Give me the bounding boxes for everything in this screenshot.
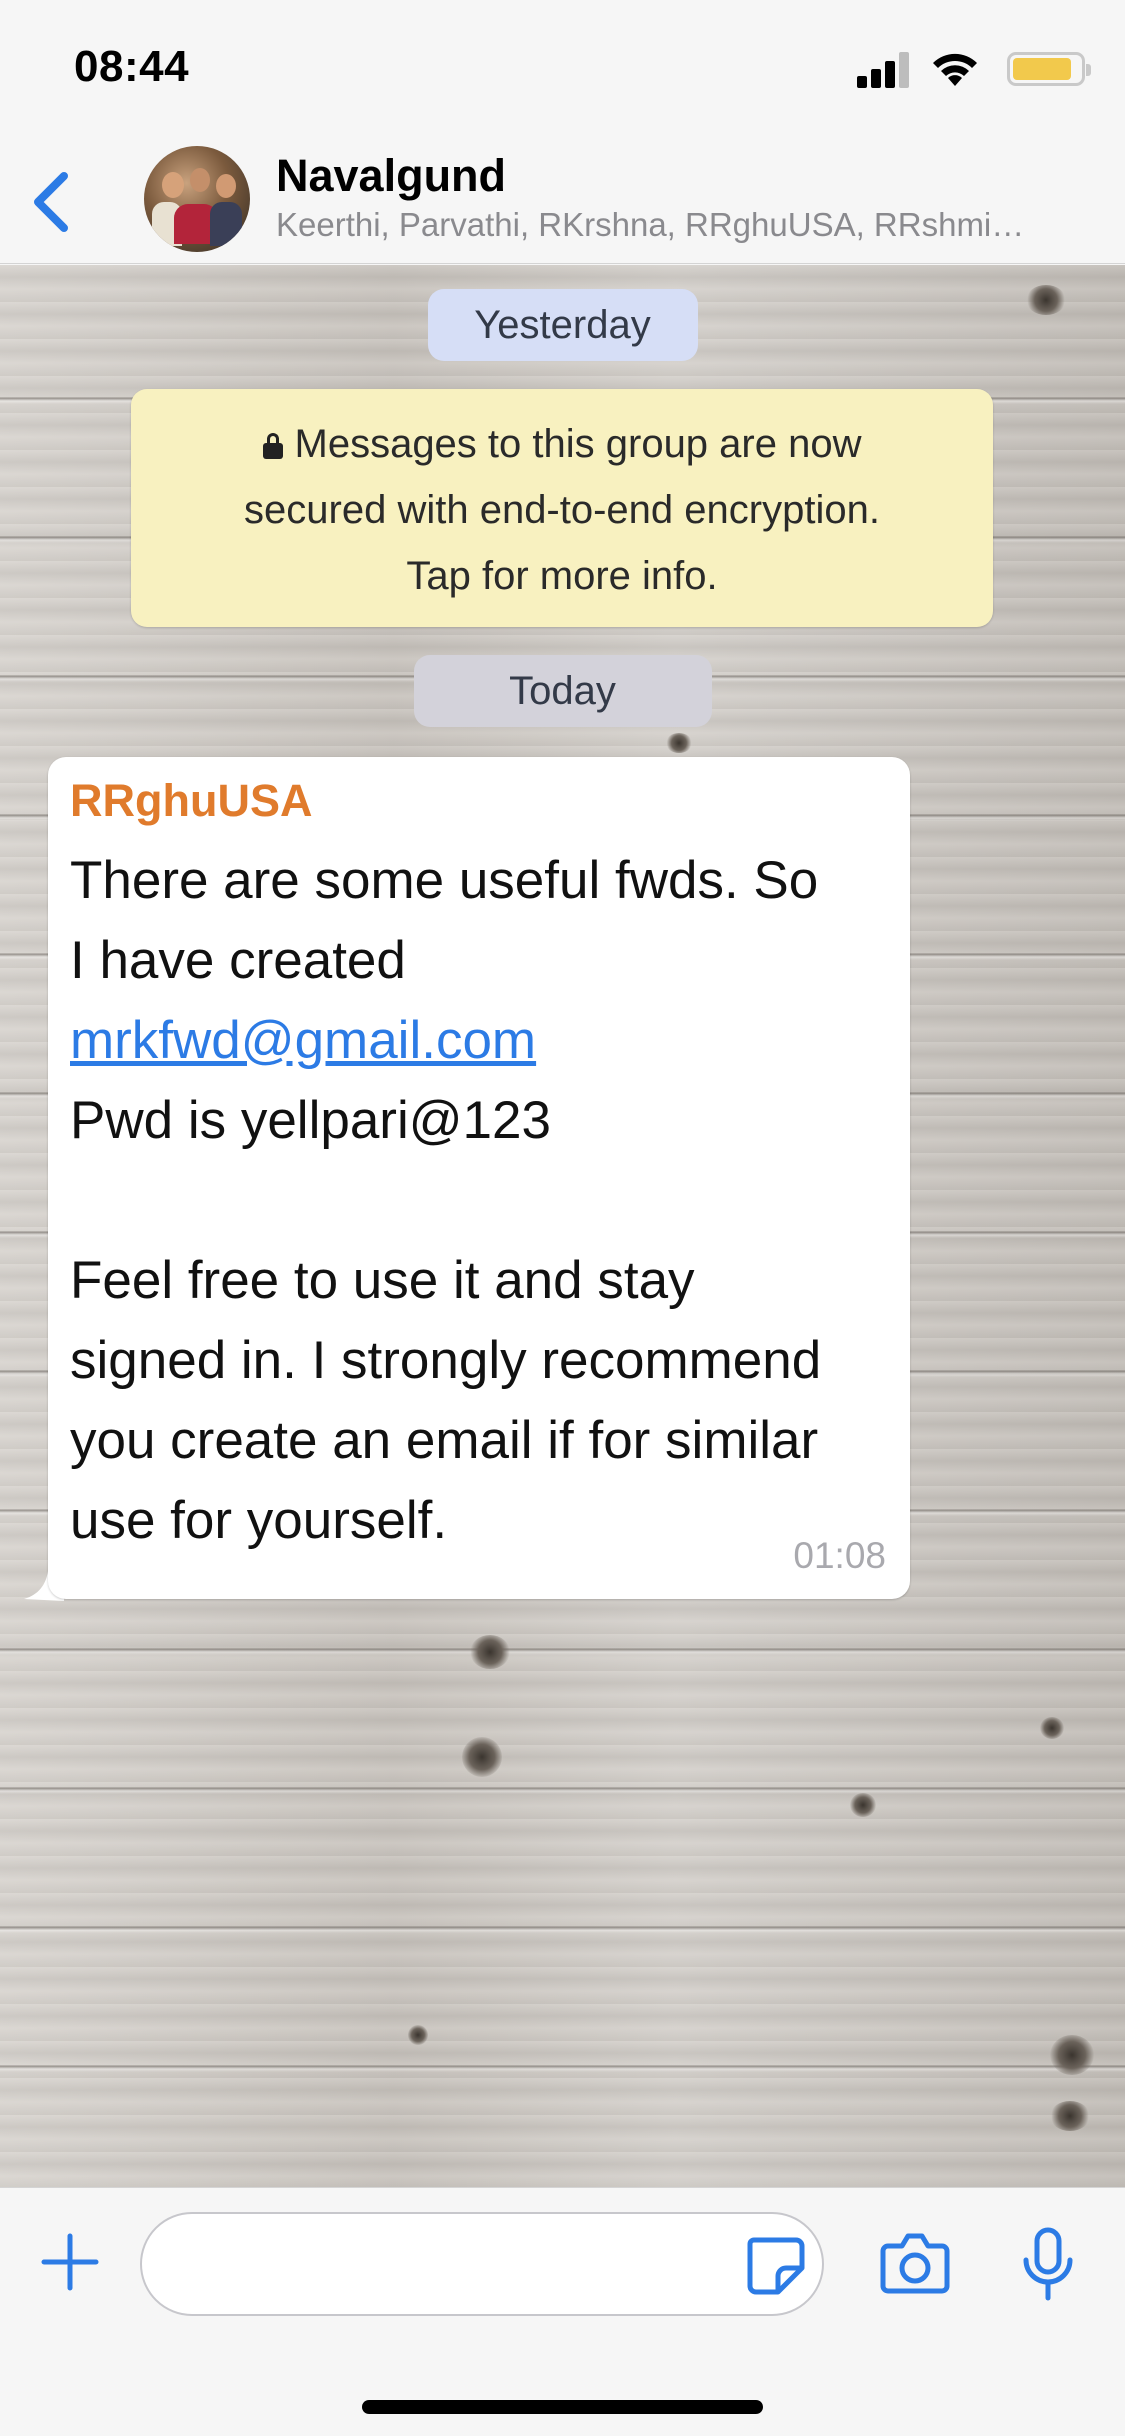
message-line: There are some useful fwds. So <box>70 851 819 910</box>
home-indicator <box>362 2400 763 2414</box>
input-bar <box>0 2187 1125 2436</box>
encryption-notice-line: Tap for more info. <box>406 554 718 598</box>
encryption-notice[interactable]: Messages to this group are now secured w… <box>131 389 993 627</box>
message-line: mrkfwd@gmail.com <box>70 1001 900 1081</box>
message-line: I have created <box>70 931 406 990</box>
chevron-left-icon[interactable] <box>22 162 82 242</box>
signal-icon <box>857 50 913 88</box>
microphone-icon[interactable] <box>1018 2226 1078 2302</box>
sticker-icon[interactable] <box>744 2234 806 2296</box>
lock-icon <box>262 433 283 459</box>
chat-area[interactable]: Yesterday Messages to this group are now… <box>0 265 1125 2187</box>
status-icons <box>825 50 1091 90</box>
wallpaper-knot <box>666 733 692 753</box>
wallpaper-knot <box>850 1793 876 1817</box>
message-line: you create an email if for similar <box>70 1411 819 1470</box>
message-line: signed in. I strongly recommend <box>70 1331 822 1390</box>
wallpaper-knot <box>470 1635 510 1669</box>
date-divider-today: Today <box>413 655 712 727</box>
group-members[interactable]: Keerthi, Parvathi, RKrshna, RRghuUSA, RR… <box>276 206 1106 244</box>
camera-icon[interactable] <box>880 2230 950 2296</box>
battery-icon <box>1007 52 1091 86</box>
plus-icon[interactable] <box>40 2232 100 2292</box>
status-bar: 08:44 <box>0 0 1125 132</box>
wallpaper-knot <box>462 1737 502 1777</box>
status-time: 08:44 <box>74 42 190 91</box>
email-link[interactable]: mrkfwd@gmail.com <box>70 1011 536 1070</box>
message-line: use for yourself. <box>70 1491 448 1550</box>
message-time: 01:08 <box>793 1535 886 1576</box>
message-line: Feel free to use it and stay <box>70 1251 695 1310</box>
group-name[interactable]: Navalgund <box>276 150 506 202</box>
message-bubble[interactable]: RRghuUSA There are some useful fwds. So … <box>48 757 910 1599</box>
message-text: There are some useful fwds. So I have cr… <box>70 841 900 1561</box>
wallpaper-knot <box>1026 285 1066 315</box>
encryption-notice-line: Messages to this group are now <box>131 411 993 477</box>
chat-header: Navalgund Keerthi, Parvathi, RKrshna, RR… <box>0 132 1125 264</box>
wallpaper-knot <box>1050 2035 1094 2075</box>
encryption-notice-line: secured with end-to-end encryption. <box>244 488 880 532</box>
wallpaper-knot <box>1040 1717 1064 1739</box>
sender-name[interactable]: RRghuUSA <box>70 775 312 827</box>
message-line <box>70 1161 900 1241</box>
date-divider-yesterday: Yesterday <box>427 289 698 361</box>
wifi-icon <box>933 53 977 86</box>
message-input[interactable] <box>140 2212 824 2316</box>
wallpaper-knot <box>408 2025 428 2045</box>
avatar[interactable] <box>144 146 250 252</box>
wallpaper-knot <box>1050 2101 1090 2131</box>
message-line: Pwd is yellpari@123 <box>70 1091 551 1150</box>
